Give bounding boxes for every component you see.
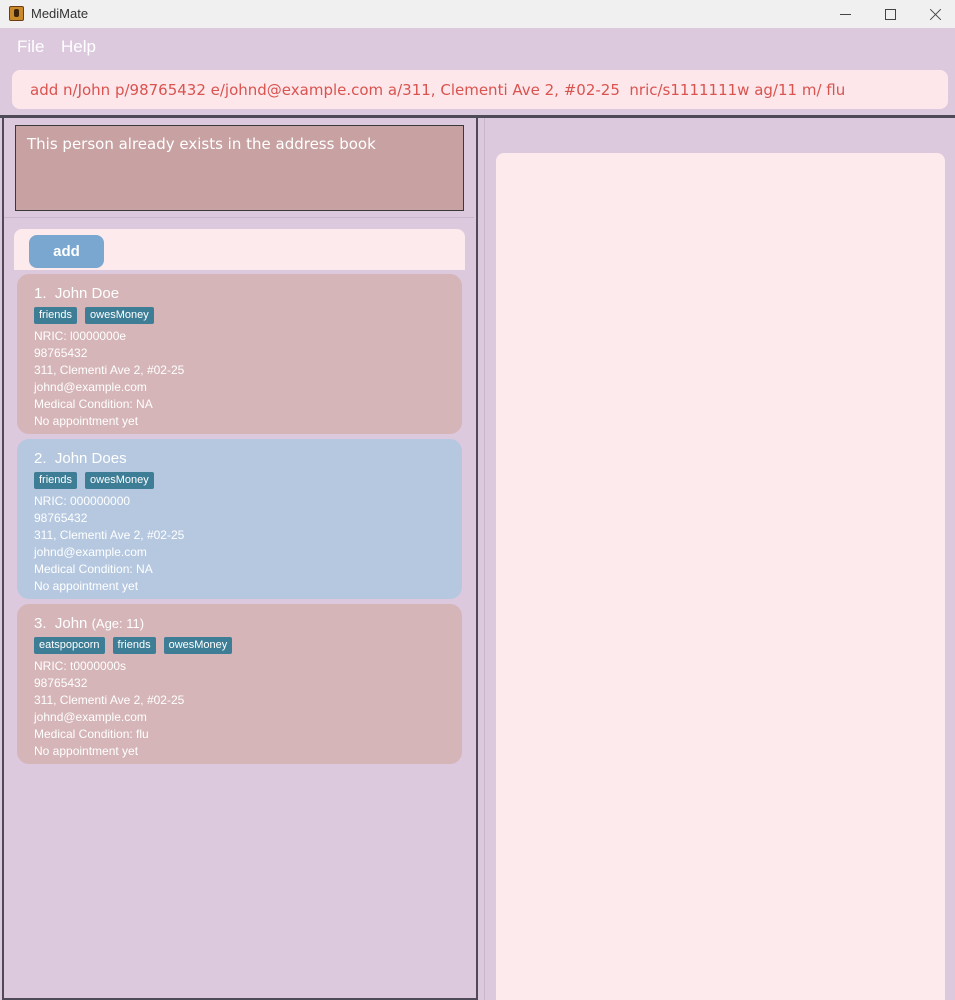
add-button[interactable]: add: [29, 235, 104, 268]
tag-badge: friends: [34, 472, 78, 489]
maximize-icon: [884, 8, 896, 20]
tag-badge: owesMoney: [85, 307, 154, 324]
app-icon: [9, 6, 24, 21]
tag-list: eatspopcorn friends owesMoney: [34, 637, 462, 656]
pane-splitter[interactable]: [476, 118, 478, 1000]
window-title: MediMate: [31, 6, 89, 21]
person-name-line: 3. John (Age: 11): [34, 615, 462, 634]
tag-badge: owesMoney: [85, 472, 154, 489]
divider: [484, 118, 485, 1000]
tag-badge: eatspopcorn: [34, 637, 105, 654]
person-nric: NRIC: 000000000: [34, 494, 131, 508]
close-icon: [929, 8, 942, 21]
person-appointment: No appointment yet: [34, 579, 139, 593]
person-phone: 98765432: [34, 511, 88, 525]
person-age: (Age: 11): [91, 616, 145, 631]
menu-bar: File Help: [0, 28, 955, 66]
command-input[interactable]: [12, 70, 948, 109]
person-address: 311, Clementi Ave 2, #02-25: [34, 363, 185, 377]
person-address: 311, Clementi Ave 2, #02-25: [34, 693, 185, 707]
menu-file[interactable]: File: [17, 37, 44, 57]
menu-help[interactable]: Help: [61, 37, 96, 57]
tag-badge: friends: [112, 637, 156, 654]
person-index: 3.: [34, 615, 47, 632]
maximize-button[interactable]: [867, 0, 913, 28]
person-email: johnd@example.com: [34, 380, 147, 394]
app-window: File Help This person already exists in …: [0, 28, 955, 1000]
person-appointment: No appointment yet: [34, 414, 139, 428]
divider: [4, 217, 474, 218]
person-condition: Medical Condition: NA: [34, 562, 153, 576]
person-appointment: No appointment yet: [34, 744, 139, 758]
person-name-line: 1. John Doe: [34, 285, 462, 304]
person-phone: 98765432: [34, 676, 88, 690]
result-message: This person already exists in the addres…: [27, 135, 376, 153]
command-box: [12, 70, 948, 109]
person-name: John: [54, 615, 88, 632]
person-name: John Doe: [54, 285, 120, 302]
person-card[interactable]: 3. John (Age: 11) eatspopcorn friends owesM…: [17, 604, 462, 764]
person-name: John Does: [54, 450, 127, 467]
person-email: johnd@example.com: [34, 545, 147, 559]
result-display: This person already exists in the addres…: [15, 125, 464, 211]
tag-list: friends owesMoney: [34, 472, 462, 491]
person-email: johnd@example.com: [34, 710, 147, 724]
person-list-header: add: [14, 229, 465, 270]
tag-badge: friends: [34, 307, 78, 324]
person-card[interactable]: 2. John Does friends owesMoney NRIC: 000000…: [17, 439, 462, 599]
person-name-line: 2. John Does: [34, 450, 462, 469]
minimize-icon: [839, 13, 851, 15]
person-index: 1.: [34, 285, 47, 302]
detail-panel: [496, 153, 945, 1000]
tag-badge: owesMoney: [163, 637, 233, 654]
person-card[interactable]: 1. John Doe friends owesMoney NRIC: l000000…: [17, 274, 462, 434]
tag-list: friends owesMoney: [34, 307, 462, 326]
person-nric: NRIC: t0000000s: [34, 659, 127, 673]
minimize-button[interactable]: [822, 0, 868, 28]
person-phone: 98765432: [34, 346, 88, 360]
person-index: 2.: [34, 450, 47, 467]
person-condition: Medical Condition: NA: [34, 397, 153, 411]
close-button[interactable]: [912, 0, 955, 28]
person-condition: Medical Condition: flu: [34, 727, 149, 741]
person-address: 311, Clementi Ave 2, #02-25: [34, 528, 185, 542]
title-bar: MediMate: [0, 0, 955, 28]
person-nric: NRIC: l0000000e: [34, 329, 127, 343]
